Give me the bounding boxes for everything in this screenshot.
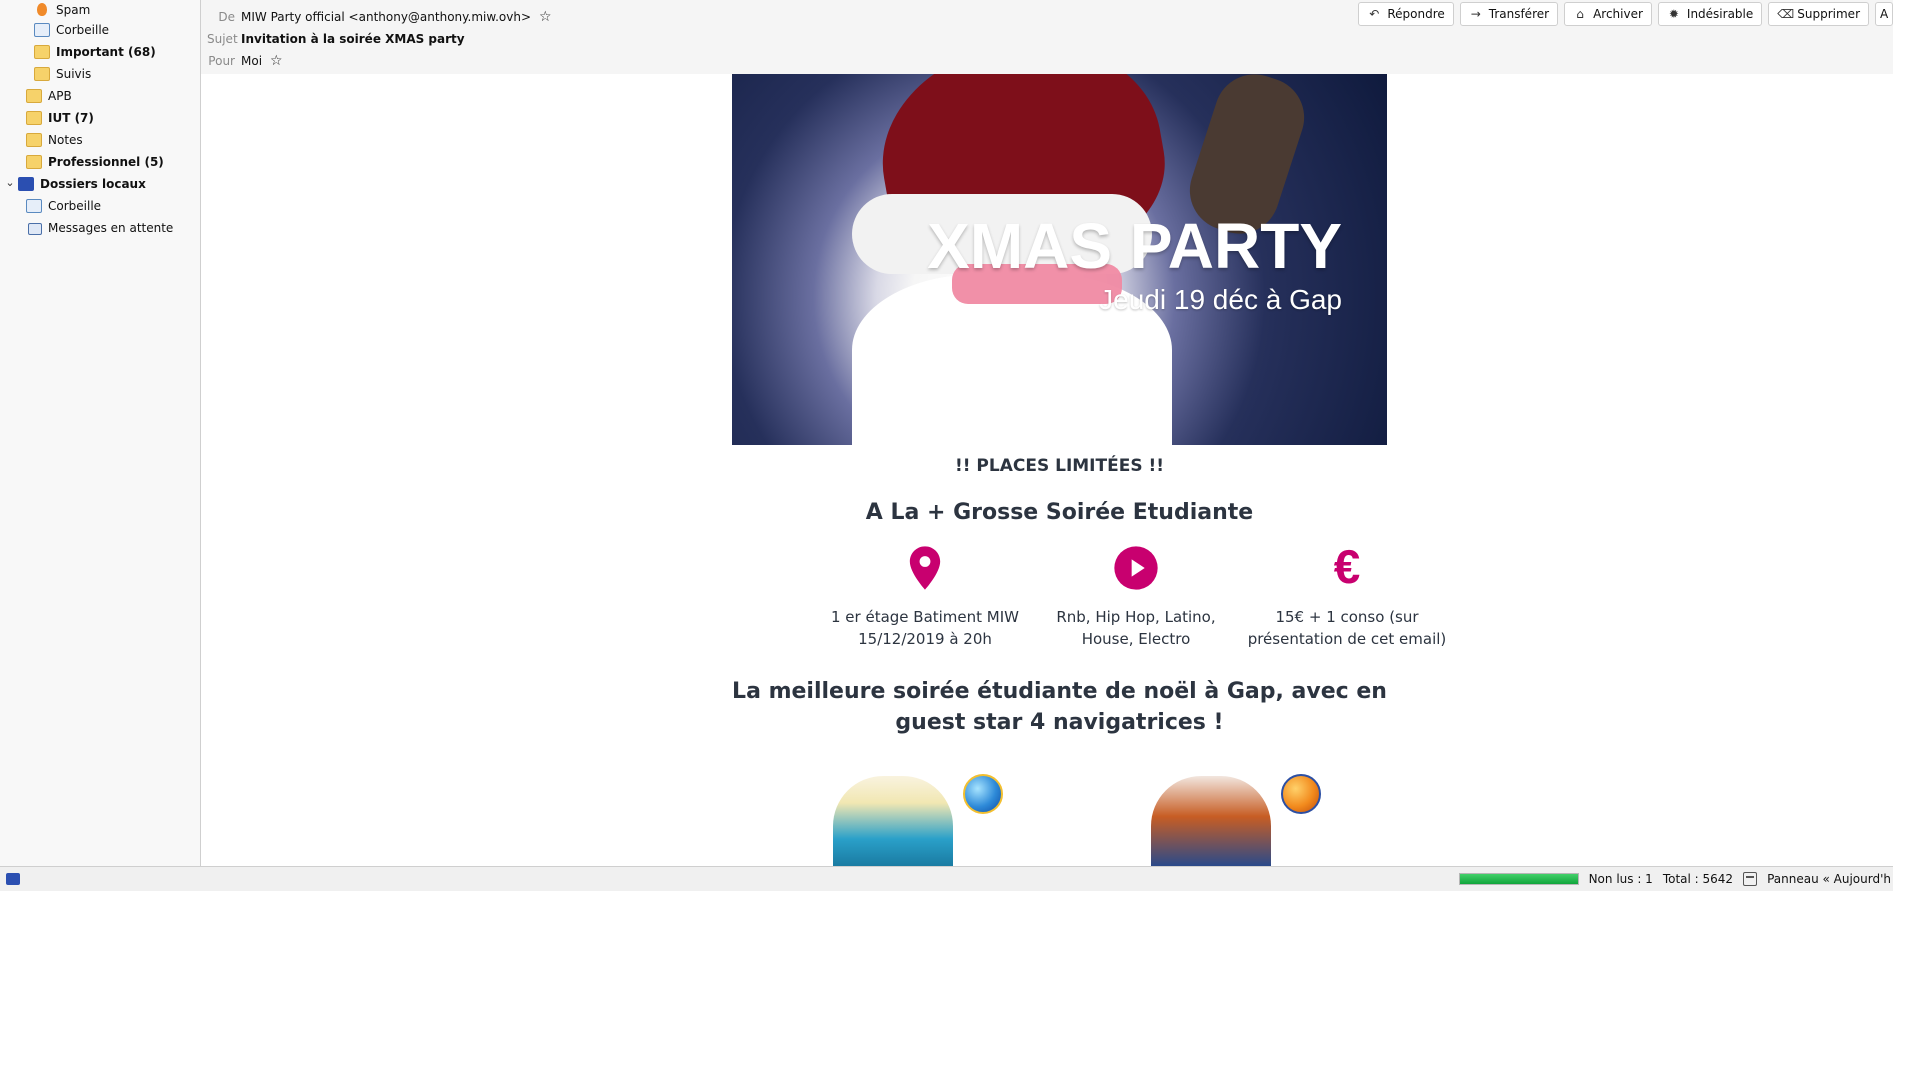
promo-image-1 [803,774,1003,866]
to-value[interactable]: Moi [241,54,262,68]
sidebar-item-label: IUT (7) [48,111,94,125]
spam-icon [34,3,50,17]
to-label: Pour [208,54,235,68]
from-row: De MIW Party official <anthony@anthony.m… [207,7,552,27]
sidebar-item-label: Dossiers locaux [40,177,146,191]
message-toolbar: ↶ Répondre → Transférer ⌂ Archiver ✹ Ind… [1358,2,1893,26]
feature-location-text: 1 er étage Batiment MIW 15/12/2019 à 20h [830,608,1020,648]
folder-icon [34,67,50,81]
status-bar: Non lus : 1 Total : 5642 Panneau « Aujou… [0,866,1893,891]
total-count: Total : 5642 [1662,872,1734,886]
places-limitees: !! PLACES LIMITÉES !! [954,456,1164,476]
junk-button[interactable]: ✹ Indésirable [1657,2,1763,26]
folder-sidebar: Spam Corbeille Important (68) Suivis APB… [0,0,201,866]
internet-explorer-logo-icon [963,774,1003,814]
sidebar-item-apb[interactable]: APB [26,86,72,106]
feature-price-text: 15€ + 1 conso (sur présentation de cet e… [1247,608,1447,648]
subject-value: Invitation à la soirée XMAS party [241,32,465,46]
trash-icon [26,199,42,213]
firefox-logo-icon [1281,774,1321,814]
navigatrice-image [833,776,953,866]
folder-icon [26,89,42,103]
sidebar-item-iut[interactable]: IUT (7) [26,108,94,128]
more-button[interactable]: A [1875,2,1893,26]
euro-icon: € [1334,542,1361,594]
more-label: A [1880,7,1889,21]
mail-client-window: Spam Corbeille Important (68) Suivis APB… [0,0,1893,891]
trash-icon [34,23,50,37]
forward-button[interactable]: → Transférer [1459,2,1559,26]
svg-text:€: € [1334,542,1361,594]
folder-icon [26,111,42,125]
sidebar-item-label: Messages en attente [48,221,174,235]
junk-icon: ✹ [1668,7,1679,21]
local-folders-icon [18,177,34,191]
today-panel-label[interactable]: Panneau « Aujourd'h [1767,872,1891,886]
sidebar-item-label: Spam [56,3,91,17]
sidebar-item-label: APB [48,89,72,103]
archive-icon: ⌂ [1576,7,1584,21]
event-headline: A La + Grosse Soirée Etudiante [865,500,1254,525]
message-header: De MIW Party official <anthony@anthony.m… [201,0,1893,75]
sidebar-item-spam[interactable]: Spam [34,0,90,20]
progress-fill [1459,874,1578,884]
delete-icon: ⌫ [1777,7,1795,21]
hero-subtitle: Jeudi 19 déc à Gap [1099,284,1342,315]
sidebar-item-label: Suivis [56,67,92,81]
sidebar-item-label: Professionnel (5) [48,155,164,169]
play-icon [1114,546,1158,590]
sidebar-item-corbeille-local[interactable]: Corbeille [26,196,101,216]
folder-icon [26,133,42,147]
star-icon[interactable]: ☆ [270,53,283,69]
feature-price: € 15€ + 1 conso (sur présentation de cet… [1242,542,1452,650]
progress-bar [1458,873,1579,885]
unread-count: Non lus : 1 [1588,872,1653,886]
junk-label: Indésirable [1686,7,1754,21]
location-icon [909,546,941,590]
reply-icon: ↶ [1369,7,1380,21]
reply-button[interactable]: ↶ Répondre [1358,2,1454,26]
sidebar-item-notes[interactable]: Notes [26,130,83,150]
sidebar-item-professionnel[interactable]: Professionnel (5) [26,152,164,172]
to-row: Pour Moi ☆ [207,51,283,71]
promo-image-2 [1121,774,1321,866]
sidebar-item-messages-en-attente[interactable]: Messages en attente [26,218,173,238]
forward-icon: → [1470,7,1481,21]
feature-music-text: Rnb, Hip Hop, Latino, House, Electro [1056,608,1216,648]
delete-button[interactable]: ⌫ Supprimer [1768,2,1869,26]
hero-title: XMAS PARTY [927,210,1342,282]
sidebar-item-label: Important (68) [56,45,156,59]
chevron-down-icon[interactable]: ⌄ [5,176,15,189]
navigatrice-image [1151,776,1271,866]
delete-label: Supprimer [1797,7,1860,21]
sidebar-item-dossiers-locaux[interactable]: Dossiers locaux [18,174,146,194]
from-value[interactable]: MIW Party official <anthony@anthony.miw.… [241,10,531,24]
feature-location: 1 er étage Batiment MIW 15/12/2019 à 20h [820,542,1030,650]
subject-label: Sujet [207,32,238,46]
subject-row: Sujet Invitation à la soirée XMAS party [207,29,465,49]
archive-label: Archiver [1593,7,1643,21]
from-label: De [218,10,235,24]
sidebar-item-label: Corbeille [48,199,102,213]
archive-button[interactable]: ⌂ Archiver [1564,2,1652,26]
reply-label: Répondre [1387,7,1445,21]
message-body: XMAS PARTY Jeudi 19 déc à Gap !! PLACES … [201,74,1893,866]
sidebar-item-corbeille[interactable]: Corbeille [34,20,109,40]
folder-icon [34,45,50,59]
network-status-icon[interactable] [6,873,20,885]
outbox-icon [26,221,42,235]
calendar-icon [1743,872,1758,886]
forward-label: Transférer [1488,7,1550,21]
folder-icon [26,155,42,169]
feature-music: Rnb, Hip Hop, Latino, House, Electro [1031,542,1241,650]
sidebar-item-label: Corbeille [56,23,110,37]
status-right: Non lus : 1 Total : 5642 Panneau « Aujou… [1458,867,1893,891]
sidebar-item-label: Notes [48,133,83,147]
sidebar-item-important[interactable]: Important (68) [34,42,156,62]
promo-line: La meilleure soirée étudiante de noël à … [732,679,1387,735]
star-icon[interactable]: ☆ [539,9,552,25]
sidebar-item-suivis[interactable]: Suivis [34,64,91,84]
hero-banner: XMAS PARTY Jeudi 19 déc à Gap [732,74,1387,445]
